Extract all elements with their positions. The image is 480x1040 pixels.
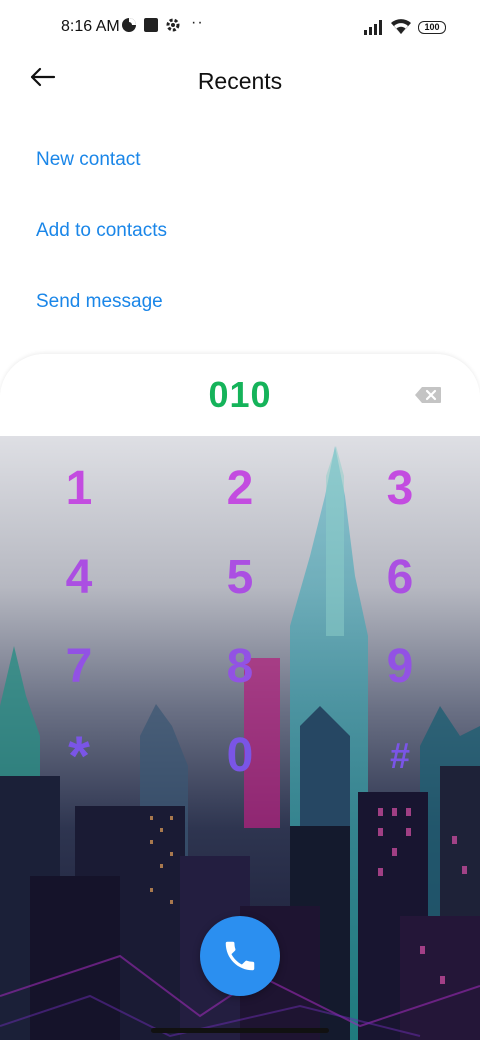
- data-saver-icon: [121, 17, 137, 38]
- more-notifications-dots: ··: [191, 14, 204, 31]
- key-1[interactable]: 1: [24, 452, 134, 526]
- key-hash[interactable]: #: [345, 719, 455, 793]
- header: Recents: [0, 56, 480, 108]
- key-0[interactable]: 0: [185, 719, 295, 793]
- phone-icon: [225, 941, 255, 971]
- square-notification-icon: [143, 17, 159, 38]
- key-4[interactable]: 4: [24, 541, 134, 615]
- send-message-link[interactable]: Send message: [36, 291, 163, 313]
- key-star[interactable]: *: [24, 719, 134, 793]
- backspace-icon: [415, 387, 441, 403]
- key-7[interactable]: 7: [24, 630, 134, 704]
- key-3[interactable]: 3: [345, 452, 455, 526]
- key-9[interactable]: 9: [345, 630, 455, 704]
- battery-icon: 100: [418, 21, 446, 34]
- status-bar: 8:16 AM ·· 100: [0, 0, 480, 56]
- key-2[interactable]: 2: [185, 452, 295, 526]
- page-title: Recents: [197, 68, 283, 94]
- key-8[interactable]: 8: [185, 630, 295, 704]
- backspace-button[interactable]: [414, 386, 442, 404]
- number-display-row: 010: [0, 354, 480, 436]
- wifi-icon: [390, 18, 412, 40]
- home-indicator[interactable]: [151, 1028, 329, 1033]
- settings-gear-icon: [165, 17, 181, 38]
- key-6[interactable]: 6: [345, 541, 455, 615]
- call-button[interactable]: [200, 916, 280, 996]
- dialed-number: 010: [208, 374, 272, 415]
- key-5[interactable]: 5: [185, 541, 295, 615]
- signal-icon: [364, 19, 386, 40]
- new-contact-link[interactable]: New contact: [36, 149, 141, 171]
- dialer-panel: 010 1 2 3 4 5 6 7 8 9 * 0 #: [0, 354, 480, 1040]
- status-time: 8:16 AM: [61, 18, 120, 35]
- add-to-contacts-link[interactable]: Add to contacts: [36, 220, 167, 242]
